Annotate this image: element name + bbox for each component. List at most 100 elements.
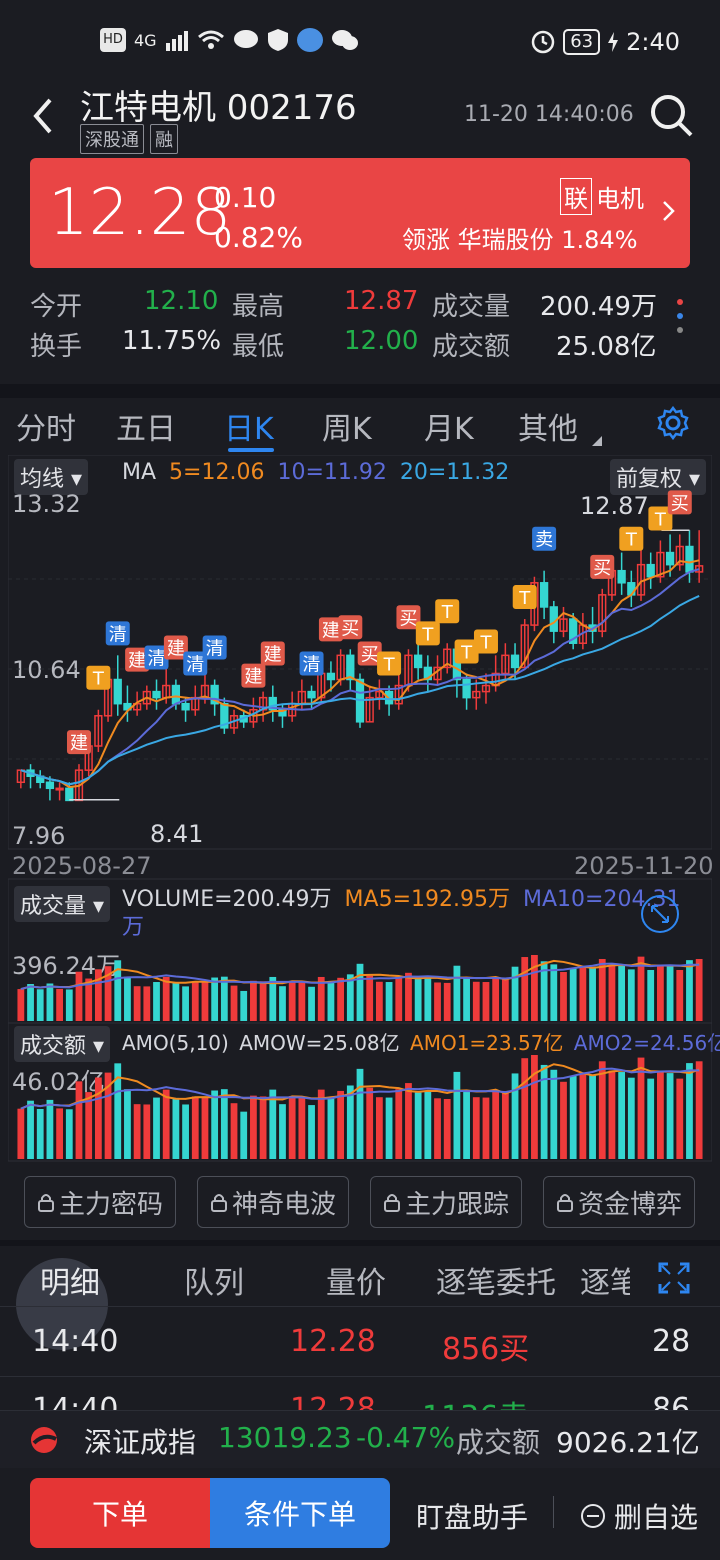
- lock-button-label: 资金博弈: [577, 1189, 682, 1220]
- amount-bar: [560, 1081, 567, 1159]
- amount-bar: [46, 1099, 54, 1159]
- back-arrow-icon[interactable]: [26, 96, 66, 136]
- amount-bar: [337, 1090, 345, 1159]
- kline-chart[interactable]: 建T清建清建清清建建 清建 买买 T买TTT TT卖买TT买: [8, 455, 712, 1175]
- quote-time: 11-20 14:40:06: [464, 102, 634, 127]
- signal-badge-text: 卖: [535, 530, 553, 551]
- exchange-logo-icon: [31, 1427, 57, 1453]
- stat-label: 换手: [30, 332, 83, 362]
- index-name: 深证成指: [84, 1426, 197, 1459]
- tab-other[interactable]: 其他: [518, 404, 578, 448]
- chevron-right-icon[interactable]: [662, 200, 676, 222]
- lock-button-main-track[interactable]: 主力跟踪: [370, 1176, 522, 1228]
- stat-label: 成交量: [432, 292, 511, 322]
- tab-volume-price[interactable]: 量价: [326, 1258, 386, 1302]
- signal-badge-text: T: [92, 669, 105, 690]
- volume-bar: [298, 981, 306, 1021]
- volume-bar: [133, 986, 141, 1021]
- trade-time: 14:40: [32, 1324, 119, 1359]
- volume-bar: [618, 965, 626, 1021]
- amount-bar: [501, 1091, 509, 1159]
- volume-bar: [36, 989, 44, 1021]
- amount-bar: [356, 1068, 364, 1159]
- amount-bar: [695, 1061, 703, 1159]
- amount-bar: [598, 1061, 606, 1159]
- amount-bar: [317, 1089, 325, 1159]
- conditional-order-button[interactable]: 条件下单: [210, 1478, 390, 1548]
- amount-bar: [375, 1097, 383, 1159]
- volume-bar: [366, 975, 374, 1021]
- amount-bar: [666, 1073, 674, 1159]
- amount-bar: [569, 1075, 577, 1159]
- lock-button-magic-wave[interactable]: 神奇电波: [197, 1176, 349, 1228]
- place-order-button[interactable]: 下单: [30, 1478, 210, 1548]
- lock-button-label: 主力跟踪: [404, 1189, 509, 1220]
- app-icon: [296, 28, 323, 52]
- remove-watchlist-button[interactable]: 删自选: [580, 1496, 698, 1536]
- amount-bar: [153, 1097, 160, 1159]
- candle-body: [539, 582, 549, 608]
- volume-bar: [463, 977, 470, 1021]
- fullscreen-icon[interactable]: [658, 1262, 690, 1294]
- tab-queue[interactable]: 队列: [184, 1258, 244, 1302]
- signal-badge-text: 清: [109, 624, 127, 645]
- volume-bar: [191, 981, 199, 1021]
- sector-leader: 领涨 华瑞股份 1.84%: [402, 226, 638, 254]
- amount-bar: [608, 1070, 616, 1159]
- lock-button-fund-game[interactable]: 资金博弈: [543, 1176, 695, 1228]
- signal-badge-text: 买: [341, 618, 359, 639]
- signal-badge-text: 建: [128, 651, 146, 672]
- signal-badge-text: 建: [244, 667, 262, 688]
- lock-button-main-code[interactable]: 主力密码: [24, 1176, 176, 1228]
- wechat-icon: [331, 30, 358, 50]
- divider: [0, 1240, 720, 1246]
- tab-order-flow[interactable]: 逐笔委托: [436, 1258, 556, 1302]
- volume-bar: [230, 985, 238, 1021]
- volume-bar: [75, 971, 83, 1021]
- tab-intraday[interactable]: 分时: [16, 404, 76, 448]
- lock-button-label: 神奇电波: [231, 1189, 336, 1220]
- sector-link[interactable]: 联电机: [560, 178, 644, 215]
- clock: 2:40: [626, 28, 680, 56]
- tag-margin: 融: [150, 124, 178, 154]
- signal-badge-text: 买: [361, 645, 379, 666]
- watch-assistant-button[interactable]: 盯盘助手: [416, 1496, 528, 1536]
- candle-body: [65, 787, 74, 802]
- tab-daily-k[interactable]: 日K: [224, 404, 274, 448]
- volume-bar: [308, 986, 315, 1021]
- volume-bar: [375, 981, 383, 1021]
- signal-badge-text: T: [654, 509, 667, 530]
- amount-bar: [230, 1103, 238, 1159]
- change-percent: 0.82%: [214, 221, 303, 254]
- more-dots-icon[interactable]: [676, 296, 684, 340]
- amount-bar: [472, 1097, 480, 1159]
- tab-five-day[interactable]: 五日: [116, 404, 176, 448]
- settings-gear-icon[interactable]: [656, 406, 690, 440]
- candle-body: [171, 684, 181, 705]
- candle-body: [152, 690, 161, 699]
- signal-badge-text: 清: [206, 639, 224, 660]
- message-icon: [233, 30, 258, 48]
- signal-badge-text: T: [383, 655, 396, 676]
- candle-body: [326, 672, 336, 681]
- active-tab-indicator: [228, 448, 274, 452]
- tab-detail[interactable]: 明细: [40, 1258, 100, 1302]
- tab-monthly-k[interactable]: 月K: [424, 404, 474, 448]
- volume-bar: [182, 986, 189, 1021]
- status-bar: HD 4G 63 2:40: [0, 0, 720, 84]
- change-value: 0.10: [214, 181, 277, 214]
- lian-badge: 联: [560, 178, 592, 215]
- amount-bar: [182, 1104, 189, 1159]
- dropdown-corner-icon: [592, 436, 602, 446]
- volume-bar: [608, 964, 616, 1021]
- amount-bar: [453, 1071, 461, 1159]
- tab-tick[interactable]: 逐笔: [580, 1258, 630, 1302]
- search-icon[interactable]: [648, 92, 694, 138]
- price-change: 0.10 0.82%: [214, 178, 303, 258]
- amount-bar: [211, 1090, 219, 1159]
- index-change: -0.47%: [356, 1421, 456, 1454]
- tab-weekly-k[interactable]: 周K: [322, 404, 372, 448]
- volume-bar: [153, 982, 160, 1021]
- signal-badge-text: 建: [264, 645, 282, 666]
- index-ticker-bar[interactable]: 深证成指 13019.23 -0.47% 成交额 9026.21亿: [0, 1410, 720, 1468]
